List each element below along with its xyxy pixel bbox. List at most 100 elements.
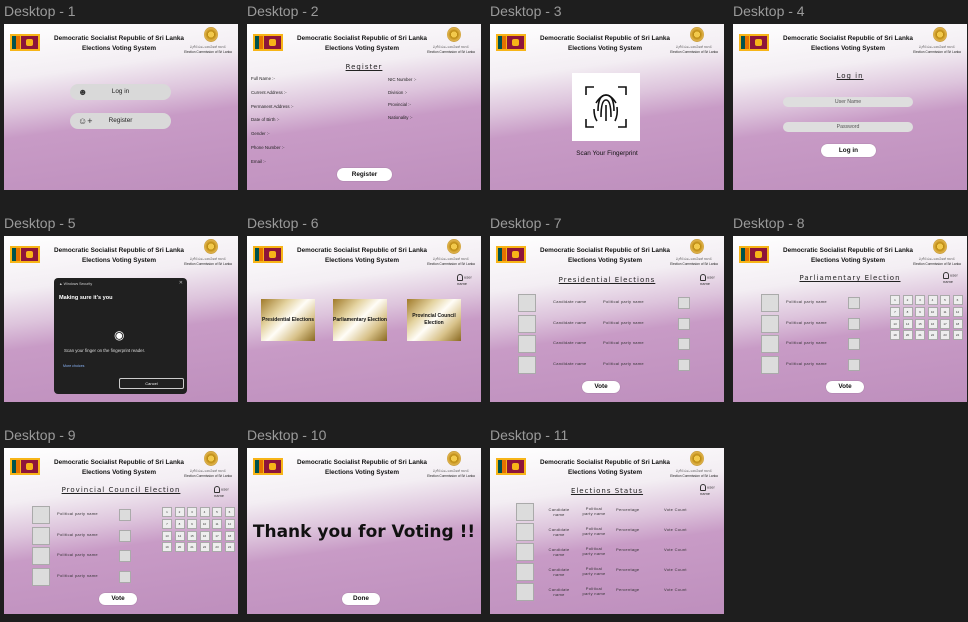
- done-button[interactable]: Done: [342, 593, 380, 605]
- close-icon[interactable]: ✕: [179, 280, 183, 286]
- candidate-number[interactable]: 19: [162, 542, 172, 553]
- party-symbol[interactable]: [678, 338, 690, 350]
- fingerprint-panel[interactable]: [572, 73, 640, 141]
- presidential-card[interactable]: Presidential Elections: [261, 299, 315, 341]
- candidate-number[interactable]: 23: [940, 330, 950, 341]
- candidate-number[interactable]: 11: [940, 306, 950, 317]
- candidate-number[interactable]: 3: [915, 295, 925, 305]
- candidate-number[interactable]: 22: [927, 330, 938, 341]
- candidate-number[interactable]: 3: [187, 507, 197, 517]
- candidate-number[interactable]: 7: [890, 306, 900, 317]
- candidate-number[interactable]: 8: [174, 518, 185, 529]
- more-choices-link[interactable]: More choices: [63, 364, 84, 368]
- party-symbol[interactable]: [848, 297, 860, 309]
- candidate-number[interactable]: 13: [162, 530, 172, 541]
- frame-label: Desktop - 7: [490, 215, 562, 231]
- candidate-number[interactable]: 17: [940, 318, 950, 329]
- party-symbol[interactable]: [848, 317, 860, 330]
- candidate-number[interactable]: 24: [224, 542, 235, 553]
- candidate-number[interactable]: 15: [187, 530, 197, 541]
- candidate-number[interactable]: 9: [187, 518, 197, 529]
- form-field-label: Date of Birth :-: [251, 117, 280, 123]
- candidate-number[interactable]: 21: [915, 330, 925, 341]
- candidate-number[interactable]: 12: [952, 306, 963, 317]
- candidate-number[interactable]: 9: [915, 306, 925, 317]
- party-symbol[interactable]: [119, 570, 131, 583]
- candidate-number[interactable]: 5: [940, 295, 950, 305]
- frame-label: Desktop - 10: [247, 427, 327, 443]
- party-symbol[interactable]: [678, 317, 690, 330]
- candidate-number[interactable]: 4: [927, 295, 938, 305]
- candidate-number[interactable]: 13: [890, 318, 900, 329]
- candidate-number[interactable]: 23: [212, 542, 222, 553]
- register-button[interactable]: ☺+ Register: [70, 113, 171, 129]
- user-badge[interactable]: user name: [457, 274, 481, 286]
- candidate-number[interactable]: 19: [890, 330, 900, 341]
- cancel-button[interactable]: Cancel: [119, 378, 184, 389]
- candidate-number[interactable]: 17: [212, 530, 222, 541]
- candidate-number[interactable]: 8: [902, 306, 913, 317]
- password-input[interactable]: Password: [783, 122, 913, 132]
- party-name: Political party name: [582, 586, 606, 596]
- candidate-number[interactable]: 21: [187, 542, 197, 553]
- party-symbol[interactable]: [848, 358, 860, 371]
- parliamentary-card[interactable]: Parliamentary Election: [333, 299, 387, 341]
- login-button[interactable]: ☻ Log in: [70, 84, 171, 100]
- candidate-number[interactable]: 10: [927, 306, 938, 317]
- candidate-number[interactable]: 2: [902, 295, 913, 305]
- register-heading: Register: [345, 63, 383, 71]
- candidate-number[interactable]: 4: [199, 507, 210, 517]
- candidate-number[interactable]: 16: [199, 530, 210, 541]
- username-input[interactable]: User Name: [783, 97, 913, 107]
- candidate-number[interactable]: 15: [915, 318, 925, 329]
- party-name: Political party name: [603, 299, 644, 304]
- candidate-number[interactable]: 6: [224, 507, 235, 517]
- dialog-title: Making sure it's you: [59, 295, 113, 301]
- frame-label: Desktop - 1: [4, 3, 76, 19]
- party-name: Political party name: [786, 299, 827, 304]
- candidate-number[interactable]: 22: [199, 542, 210, 553]
- candidate-number[interactable]: 11: [212, 518, 222, 529]
- party-symbol[interactable]: [119, 509, 131, 521]
- candidate-number[interactable]: 14: [174, 530, 185, 541]
- candidate-number[interactable]: 16: [927, 318, 938, 329]
- candidate-number[interactable]: 20: [174, 542, 185, 553]
- dialog-message: Scan your finger on the fingerprint read…: [64, 348, 146, 353]
- candidate-number[interactable]: 18: [952, 318, 963, 329]
- party-photo: [32, 567, 50, 586]
- scan-caption: Scan Your Fingerprint: [576, 150, 638, 157]
- party-symbol[interactable]: [119, 550, 131, 562]
- candidate-number[interactable]: 7: [162, 518, 172, 529]
- vote-count: Vote Count: [664, 507, 687, 512]
- candidate-number[interactable]: 2: [174, 507, 185, 517]
- party-symbol[interactable]: [119, 529, 131, 542]
- fingerprint-icon: [585, 86, 627, 128]
- party-photo: [761, 294, 779, 312]
- candidate-number[interactable]: 12: [224, 518, 235, 529]
- candidate-number[interactable]: 14: [902, 318, 913, 329]
- party-name: Political party name: [582, 526, 606, 536]
- candidate-number[interactable]: 1: [162, 507, 172, 517]
- candidate-number[interactable]: 18: [224, 530, 235, 541]
- party-symbol[interactable]: [848, 338, 860, 350]
- party-symbol[interactable]: [678, 297, 690, 309]
- login-submit-button[interactable]: Log in: [821, 144, 876, 157]
- form-field-label: Provincial :-: [388, 102, 411, 108]
- candidate-number[interactable]: 1: [890, 295, 900, 305]
- vote-button[interactable]: Vote: [826, 381, 864, 393]
- candidate-number[interactable]: 10: [199, 518, 210, 529]
- vote-button[interactable]: Vote: [582, 381, 620, 393]
- form-field-label: Current Address :-: [251, 89, 287, 95]
- candidate-number[interactable]: 6: [952, 295, 963, 305]
- vote-button[interactable]: Vote: [99, 593, 137, 605]
- candidate-photo: [518, 294, 536, 312]
- candidate-photo: [518, 335, 536, 353]
- register-submit-button[interactable]: Register: [337, 168, 392, 181]
- provincial-card[interactable]: Provincial Council Election: [407, 299, 461, 341]
- candidate-number[interactable]: 5: [212, 507, 222, 517]
- party-symbol[interactable]: [678, 358, 690, 371]
- candidate-number[interactable]: 24: [952, 330, 963, 341]
- frame-label: Desktop - 4: [733, 3, 805, 19]
- party-photo: [761, 355, 779, 374]
- candidate-number[interactable]: 20: [902, 330, 913, 341]
